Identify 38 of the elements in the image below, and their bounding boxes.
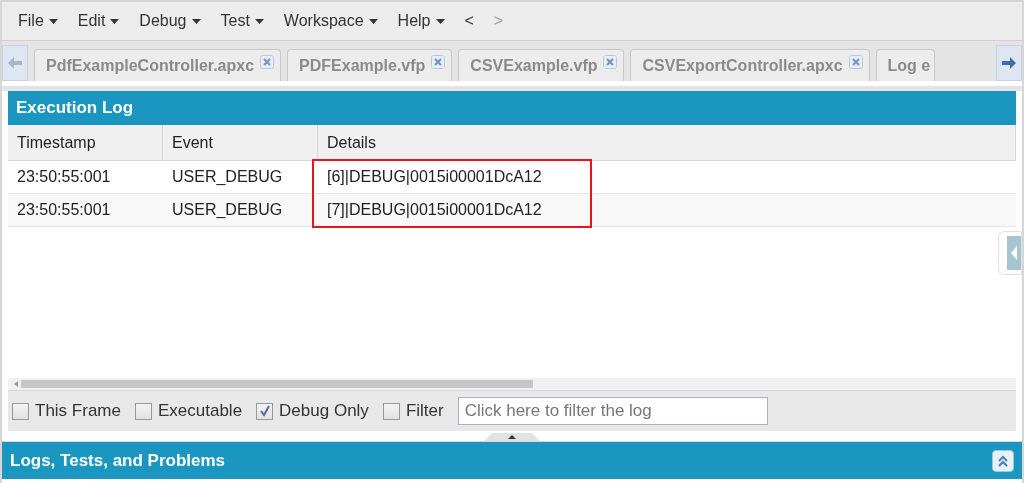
column-header[interactable]: Details	[318, 125, 1016, 161]
checkbox[interactable]	[134, 402, 152, 420]
menu-item[interactable]: File	[10, 12, 66, 30]
scroll-left-button[interactable]	[2, 45, 28, 81]
checkbox[interactable]	[382, 402, 400, 420]
checkbox-label: This Frame	[35, 401, 121, 421]
scroll-left-icon[interactable]	[14, 381, 18, 387]
close-icon[interactable]	[848, 54, 863, 69]
double-chevron-up-icon	[997, 453, 1009, 468]
menu-item[interactable]: Debug	[131, 12, 209, 30]
column-header[interactable]: Timestamp	[8, 125, 163, 161]
expand-button[interactable]	[992, 449, 1014, 472]
scroll-right-button[interactable]	[996, 45, 1022, 81]
panel-title: Logs, Tests, and Problems	[10, 450, 226, 471]
table-cell: 23:50:55:001	[8, 194, 163, 227]
checkbox[interactable]	[256, 402, 274, 420]
menu-item[interactable]: Workspace	[275, 12, 386, 30]
filter-field[interactable]: Click here to filter the log	[457, 397, 768, 425]
checkbox-label: Debug Only	[279, 401, 369, 421]
table-cell: USER_DEBUG	[163, 194, 318, 227]
menu-item[interactable]: <	[456, 12, 482, 30]
close-icon[interactable]	[603, 54, 618, 69]
table-cell: [7]|DEBUG|0015i00001DcA12	[318, 194, 1016, 227]
horizontal-scrollbar[interactable]	[8, 378, 1016, 390]
column-header[interactable]: Event	[163, 125, 318, 161]
left-arrow-icon	[8, 57, 22, 69]
menu-item[interactable]: Edit	[69, 12, 128, 30]
checkbox-label: Executable	[157, 401, 243, 421]
panel-title: Execution Log	[8, 91, 1016, 125]
right-arrow-icon	[1002, 57, 1016, 69]
checkbox-label: Filter	[405, 401, 444, 421]
side-panel-handle[interactable]	[998, 231, 1022, 275]
splitter-handle[interactable]	[484, 431, 540, 441]
close-icon[interactable]	[260, 54, 275, 69]
close-icon[interactable]	[431, 54, 446, 69]
menu-item[interactable]: Test	[212, 12, 272, 30]
checkbox[interactable]	[12, 402, 29, 420]
menu-item[interactable]: Help	[389, 12, 453, 30]
